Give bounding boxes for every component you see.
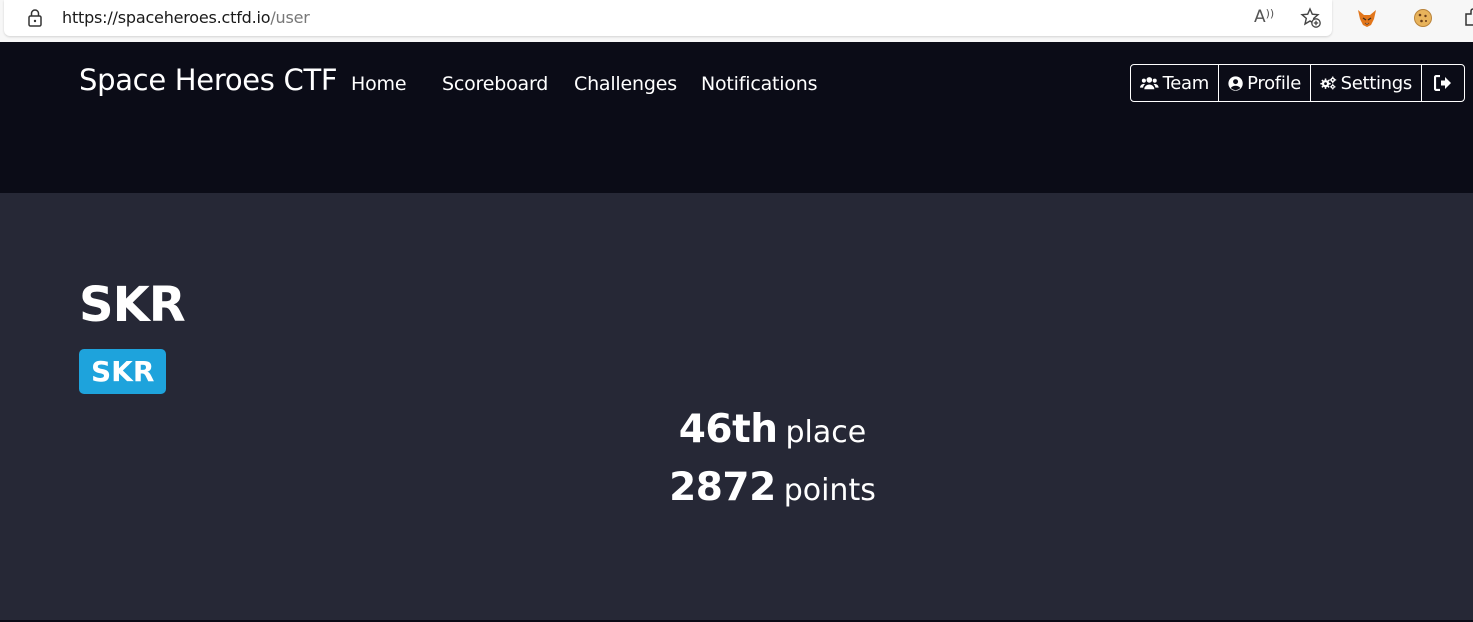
place-label: place	[785, 415, 867, 450]
puzzle-extension-icon[interactable]	[1463, 7, 1473, 29]
site-navbar: Space Heroes CTF Home Scoreboard Challen…	[0, 42, 1473, 193]
nav-scoreboard-link[interactable]: Scoreboard	[442, 73, 548, 95]
place-value: 46th	[678, 407, 778, 452]
user-name-heading: SKR	[79, 277, 186, 333]
users-icon	[1140, 77, 1159, 90]
nav-challenges-link[interactable]: Challenges	[574, 73, 677, 95]
points-value: 2872	[669, 465, 776, 510]
url-path: /user	[270, 8, 310, 27]
place-stat: 46th place	[0, 407, 1473, 452]
team-badge[interactable]: SKR	[79, 349, 167, 394]
points-label: points	[783, 473, 876, 508]
url-host: https://spaceheroes.ctfd.io	[62, 8, 271, 27]
user-profile-section: SKR SKR 46th place 2872 points	[0, 193, 1473, 622]
logout-button[interactable]	[1421, 64, 1465, 102]
user-button-group: Team Profile Settings	[1130, 64, 1465, 102]
points-stat: 2872 points	[0, 465, 1473, 510]
profile-button[interactable]: Profile	[1218, 64, 1311, 102]
lock-icon[interactable]	[26, 8, 44, 28]
nav-home-link[interactable]: Home	[351, 73, 407, 95]
url-text[interactable]: https://spaceheroes.ctfd.io/user	[62, 8, 310, 27]
user-circle-icon	[1228, 75, 1243, 91]
settings-button-label: Settings	[1340, 72, 1413, 94]
browser-toolbar: https://spaceheroes.ctfd.io/user A))	[0, 0, 1473, 42]
sign-out-icon	[1434, 75, 1451, 91]
fox-extension-icon[interactable]	[1356, 7, 1378, 29]
address-bar[interactable]: https://spaceheroes.ctfd.io/user A))	[4, 0, 1332, 36]
team-button[interactable]: Team	[1130, 64, 1219, 102]
nav-notifications-link[interactable]: Notifications	[701, 73, 818, 95]
favorite-icon[interactable]	[1300, 7, 1322, 29]
cogs-icon	[1320, 76, 1337, 90]
settings-button[interactable]: Settings	[1310, 64, 1422, 102]
site-brand[interactable]: Space Heroes CTF	[79, 63, 338, 97]
read-aloud-icon[interactable]: A))	[1254, 7, 1276, 29]
team-button-label: Team	[1162, 72, 1210, 94]
cookie-extension-icon[interactable]	[1412, 7, 1434, 29]
profile-button-label: Profile	[1247, 72, 1301, 94]
